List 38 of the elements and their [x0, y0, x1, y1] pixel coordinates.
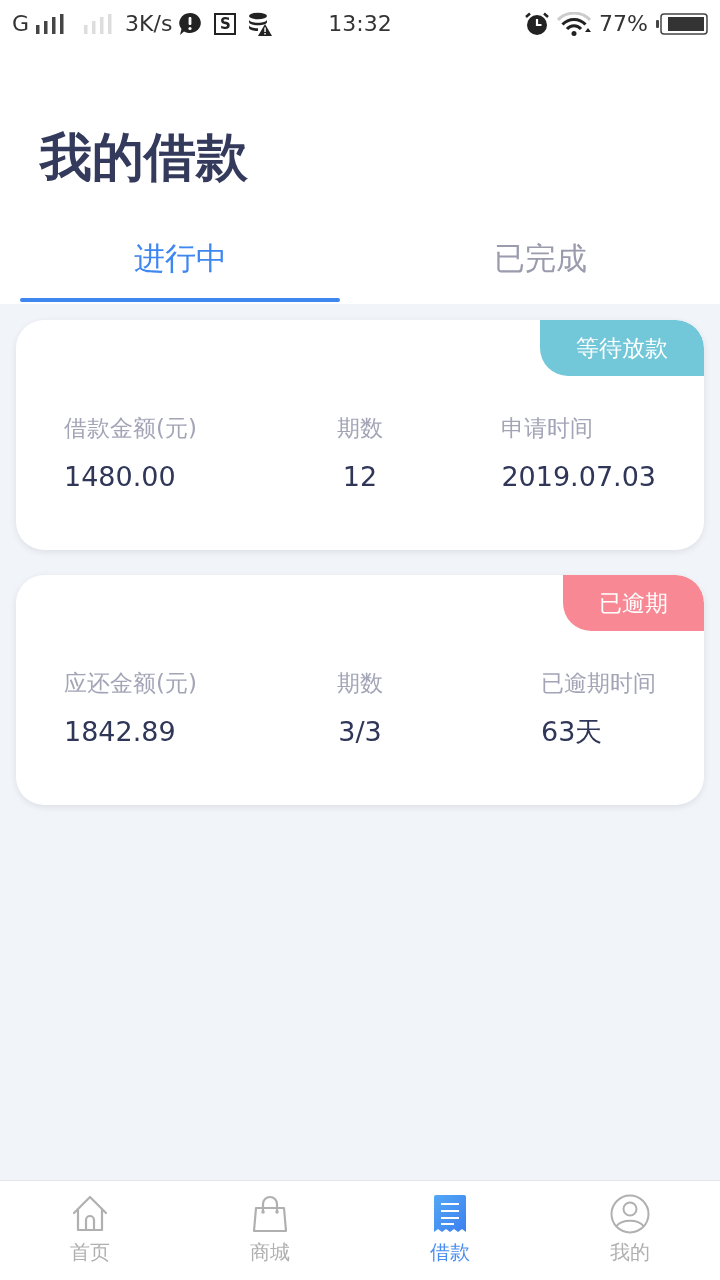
field-value: 2019.07.03	[501, 460, 656, 494]
clock-time: 13:32	[328, 11, 392, 37]
nav-tab[interactable]: 我的	[540, 1181, 720, 1280]
status-badge: 已逾期	[563, 575, 704, 631]
network-speed: 3K/s	[125, 11, 173, 37]
nav-tab[interactable]: 首页	[0, 1181, 180, 1280]
field-value: 3/3	[338, 715, 382, 749]
page-title: 我的借款	[40, 128, 249, 186]
field-label: 期数	[337, 414, 383, 443]
field-label: 应还金额(元)	[64, 669, 197, 698]
network-type: G	[12, 11, 30, 37]
loan-card[interactable]: 已逾期 应还金额(元) 1842.89 期数 3/3 已逾期时间 63天	[16, 575, 704, 805]
nav-tab[interactable]: 商城	[180, 1181, 360, 1280]
field-value: 12	[342, 460, 378, 494]
field-label: 期数	[337, 669, 383, 698]
home-icon	[70, 1194, 110, 1234]
field-value: 1842.89	[64, 715, 176, 749]
wifi-icon	[557, 12, 592, 36]
tab[interactable]: 进行中	[0, 186, 360, 304]
nav-tab[interactable]: 借款	[360, 1181, 540, 1280]
message-alert-icon	[178, 12, 203, 36]
signal-icon	[83, 14, 114, 34]
battery-percent: 77%	[599, 11, 648, 37]
user-profile-icon	[610, 1194, 650, 1234]
battery-icon	[656, 13, 708, 35]
field-value: 1480.00	[64, 460, 176, 494]
field-label: 已逾期时间	[541, 669, 656, 698]
database-warning-icon	[248, 12, 273, 36]
status-badge: 等待放款	[540, 320, 704, 376]
signal-icon	[35, 14, 66, 34]
field-value: 63天	[541, 715, 603, 749]
shopping-bag-icon	[250, 1194, 290, 1234]
field-label: 借款金额(元)	[64, 414, 197, 443]
loan-card[interactable]: 等待放款 借款金额(元) 1480.00 期数 12 申请时间 2019.07.03	[16, 320, 704, 550]
tab[interactable]: 已完成	[360, 186, 720, 304]
alarm-clock-icon	[525, 12, 550, 36]
app-letter-badge: S	[214, 13, 237, 35]
field-label: 申请时间	[501, 414, 594, 443]
